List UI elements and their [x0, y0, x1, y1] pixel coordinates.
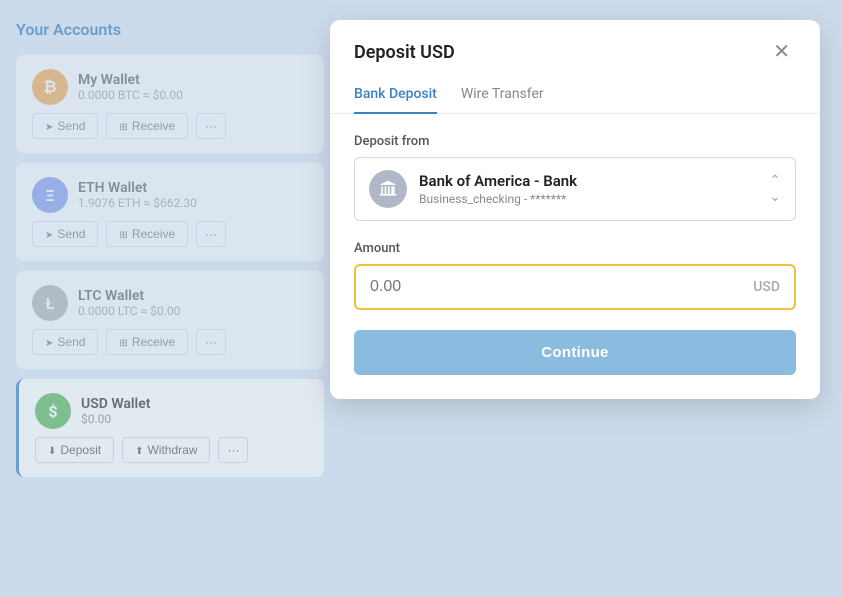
- bank-icon: [369, 170, 407, 208]
- modal-header: Deposit USD ✕: [330, 20, 820, 64]
- bank-selector[interactable]: Bank of America - Bank Business_checking…: [354, 157, 796, 221]
- deposit-from-label: Deposit from: [354, 134, 796, 149]
- amount-label: Amount: [354, 241, 796, 256]
- amount-field: USD: [354, 264, 796, 310]
- continue-button[interactable]: Continue: [354, 330, 796, 375]
- modal-tabs: Bank Deposit Wire Transfer: [330, 76, 820, 114]
- tab-bank-deposit[interactable]: Bank Deposit: [354, 76, 437, 114]
- bank-details: Bank of America - Bank Business_checking…: [419, 172, 577, 206]
- bank-sub: Business_checking - *******: [419, 192, 577, 206]
- chevron-updown-icon: ⌃⌄: [769, 173, 781, 205]
- amount-input[interactable]: [370, 278, 745, 296]
- deposit-modal: Deposit USD ✕ Bank Deposit Wire Transfer…: [330, 20, 820, 399]
- bank-info: Bank of America - Bank Business_checking…: [369, 170, 577, 208]
- modal-title: Deposit USD: [354, 42, 455, 63]
- currency-label: USD: [753, 279, 780, 295]
- modal-body: Deposit from Bank of America - Bank Busi…: [330, 114, 820, 399]
- tab-wire-transfer[interactable]: Wire Transfer: [461, 76, 544, 114]
- bank-name: Bank of America - Bank: [419, 172, 577, 190]
- close-button[interactable]: ✕: [767, 40, 796, 64]
